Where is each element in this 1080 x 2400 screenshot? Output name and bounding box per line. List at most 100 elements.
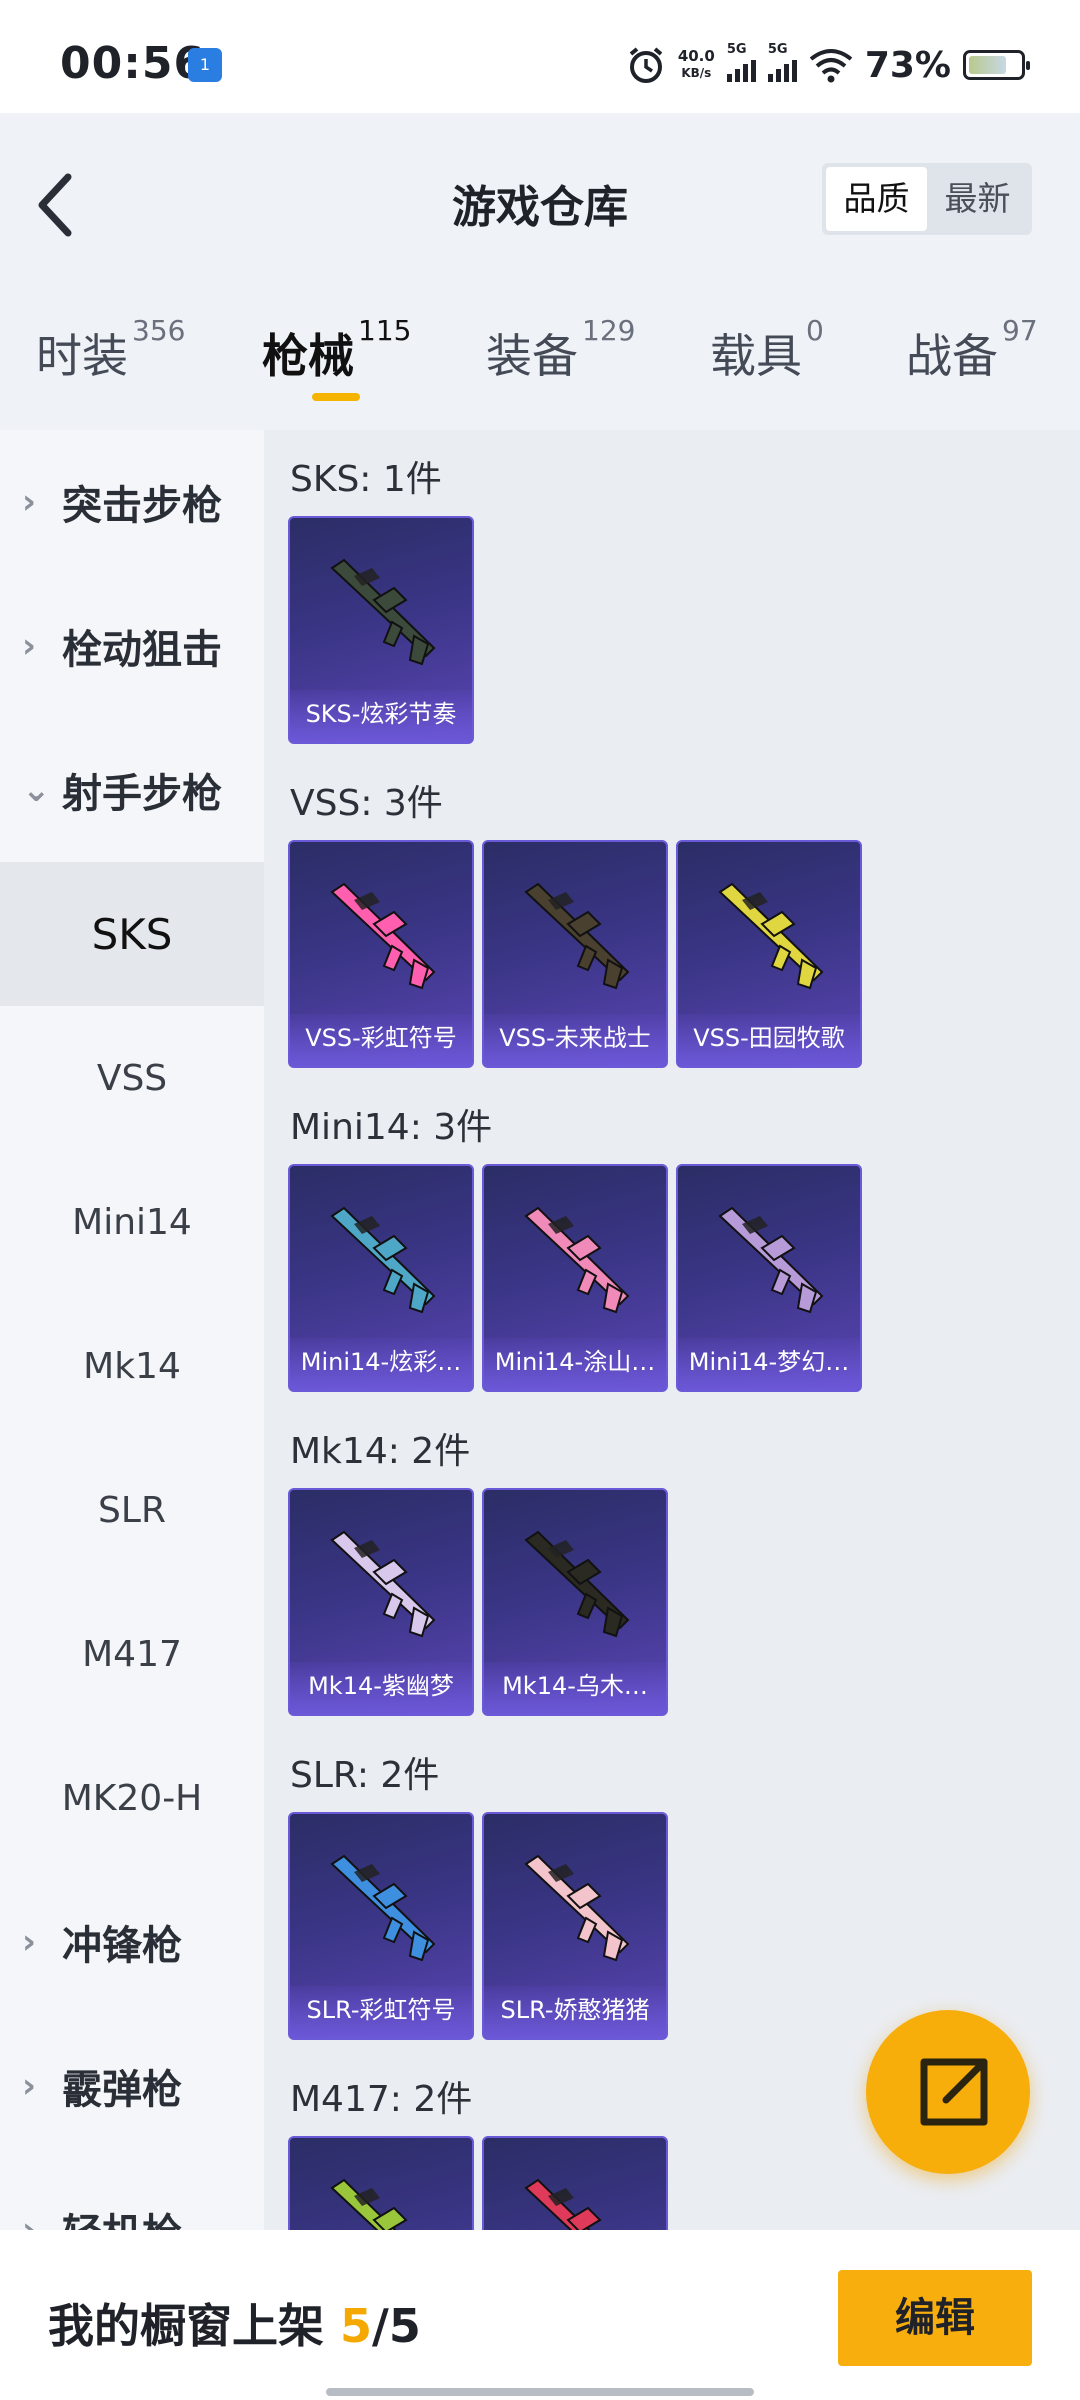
rifle-icon — [330, 1530, 436, 1638]
skin-card[interactable]: Mk14-乌木… — [482, 1488, 668, 1716]
sidebar-item-label: VSS — [96, 1057, 168, 1099]
sidebar-item-label: 射手步枪 — [62, 771, 222, 817]
skin-card[interactable]: Mk14-紫幽梦 — [288, 1488, 474, 1716]
skin-card[interactable]: VSS-彩虹符号 — [288, 840, 474, 1068]
battery-level — [969, 56, 1006, 74]
section-title: Mini14: 3件 — [290, 1107, 493, 1148]
sidebar-category[interactable]: › 栓动狙击 — [0, 574, 264, 718]
skin-card[interactable]: Mini14-涂山… — [482, 1164, 668, 1392]
tab-vehicles[interactable]: 载具 0 — [710, 314, 824, 386]
tab-count: 0 — [806, 314, 824, 347]
showcase-label: 我的橱窗上架 — [48, 2299, 341, 2353]
edit-button[interactable]: 编辑 — [838, 2270, 1032, 2366]
share-button[interactable] — [866, 2010, 1030, 2174]
showcase-status: 我的橱窗上架 5/5 — [48, 2290, 421, 2356]
active-tab-indicator — [312, 393, 360, 401]
tab-label: 时装 — [36, 329, 128, 383]
sidebar-subitem[interactable]: Mk14 — [0, 1294, 264, 1438]
signal-tag-2: 5G — [767, 42, 788, 57]
sort-toggle: 品质 最新 — [822, 163, 1032, 235]
sidebar-subitem[interactable]: Mini14 — [0, 1150, 264, 1294]
battery-percent: 73% — [864, 44, 951, 86]
tab-count: 115 — [358, 314, 412, 347]
skin-name: Mini14-涂山… — [484, 1338, 666, 1390]
bottom-bar: 我的橱窗上架 5/5 编辑 — [0, 2230, 1080, 2400]
tab-equipment[interactable]: 装备 129 — [486, 314, 635, 386]
battery-icon — [963, 50, 1030, 80]
tab-fashion[interactable]: 时装 356 — [36, 314, 185, 386]
rifle-icon — [524, 1206, 630, 1314]
sidebar-category[interactable]: › 冲锋枪 — [0, 1870, 264, 2014]
tab-count: 97 — [1002, 314, 1038, 347]
section-title: SLR: 2件 — [290, 1755, 440, 1796]
sidebar-subitem[interactable]: SLR — [0, 1438, 264, 1582]
skin-card[interactable]: VSS-未来战士 — [482, 840, 668, 1068]
notification-badge-count: 1 — [199, 55, 211, 74]
network-speed-unit: KB/s — [681, 66, 712, 80]
chevron-right-icon: › — [22, 626, 37, 666]
skin-card[interactable] — [288, 2136, 474, 2230]
skin-name: Mk14-紫幽梦 — [290, 1662, 472, 1714]
rifle-icon — [330, 1206, 436, 1314]
sidebar-item-label: 突击步枪 — [62, 483, 222, 529]
sidebar-item-label: Mk14 — [83, 1345, 181, 1387]
signal-tag-1: 5G — [726, 42, 747, 57]
tab-count: 356 — [132, 314, 186, 347]
rifle-icon — [524, 2178, 602, 2230]
skin-name: SLR-彩虹符号 — [290, 1986, 472, 2038]
home-indicator[interactable] — [326, 2388, 754, 2396]
skin-card[interactable]: SLR-娇憨猪猪 — [482, 1812, 668, 2040]
category-tabs: 时装 356 枪械 115 装备 129 载具 0 战备 97 — [0, 310, 1080, 420]
skin-card[interactable] — [482, 2136, 668, 2230]
section-title: SKS: 1件 — [290, 459, 442, 500]
sidebar-category[interactable]: › 突击步枪 — [0, 430, 264, 574]
skin-card[interactable]: Mini14-梦幻… — [676, 1164, 862, 1392]
section-title: Mk14: 2件 — [290, 1431, 471, 1472]
skin-card[interactable]: VSS-田园牧歌 — [676, 840, 862, 1068]
skin-name: SKS-炫彩节奏 — [290, 690, 472, 742]
sidebar-item-label: 霰弹枪 — [62, 2067, 182, 2113]
tab-supplies[interactable]: 战备 97 — [906, 314, 1038, 386]
tab-count: 129 — [582, 314, 636, 347]
tab-label: 战备 — [906, 329, 998, 383]
rifle-icon — [524, 1854, 630, 1962]
section-title: M417: 2件 — [290, 2079, 473, 2120]
rifle-icon — [524, 882, 630, 990]
skin-name: VSS-未来战士 — [484, 1014, 666, 1066]
sort-option-quality[interactable]: 品质 — [826, 167, 927, 231]
sidebar-subitem[interactable]: M417 — [0, 1582, 264, 1726]
network-speed-value: 40.0 — [677, 47, 715, 65]
sidebar-item-label: 栓动狙击 — [62, 627, 222, 673]
sidebar-subitem[interactable]: VSS — [0, 1006, 264, 1150]
skin-name: Mini14-炫彩… — [290, 1338, 472, 1390]
chevron-right-icon: › — [22, 482, 37, 522]
skin-name: Mk14-乌木… — [484, 1662, 666, 1714]
sidebar-subitem[interactable]: MK20-H — [0, 1726, 264, 1870]
signal-icon-2: 5G — [767, 42, 797, 82]
signal-icon-1: 5G — [726, 42, 756, 82]
sidebar-subitem[interactable]: SKS — [0, 862, 264, 1006]
status-right-group: 40.0 KB/s 5G 5G 73% — [626, 40, 1030, 90]
skin-card[interactable]: Mini14-炫彩… — [288, 1164, 474, 1392]
tab-guns[interactable]: 枪械 115 — [262, 314, 411, 386]
skin-name: SLR-娇憨猪猪 — [484, 1986, 666, 2038]
sidebar-category[interactable]: › 轻机枪 — [0, 2158, 264, 2230]
sidebar-category[interactable]: ⌄ 射手步枪 — [0, 718, 264, 862]
rifle-icon — [524, 1530, 630, 1638]
sidebar-category[interactable]: › 霰弹枪 — [0, 2014, 264, 2158]
showcase-count: 5 — [340, 2299, 373, 2353]
header: 游戏仓库 品质 最新 — [0, 113, 1080, 283]
rifle-icon — [330, 558, 436, 666]
rifle-icon — [330, 882, 436, 990]
network-speed: 40.0 KB/s — [678, 48, 715, 82]
sort-option-newest[interactable]: 最新 — [927, 167, 1028, 231]
skin-card[interactable]: SKS-炫彩节奏 — [288, 516, 474, 744]
skin-card[interactable]: SLR-彩虹符号 — [288, 1812, 474, 2040]
rifle-icon — [330, 1854, 436, 1962]
chevron-down-icon: ⌄ — [22, 770, 51, 810]
sidebar-item-label: Mini14 — [72, 1201, 192, 1243]
rifle-icon — [330, 2178, 408, 2230]
rifle-icon — [718, 1206, 824, 1314]
sidebar-item-label: SKS — [91, 909, 173, 959]
sidebar-item-label: 轻机枪 — [62, 2201, 182, 2230]
